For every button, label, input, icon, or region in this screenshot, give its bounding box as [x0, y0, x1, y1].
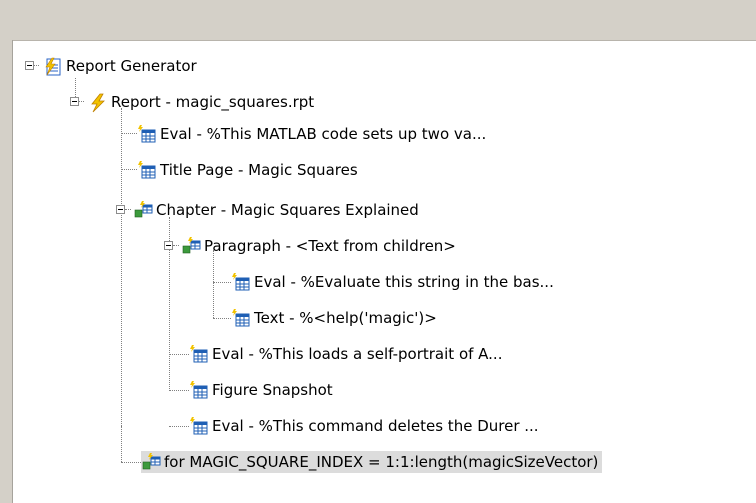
tree-guide-line: [121, 169, 137, 170]
tree-node-label: for MAGIC_SQUARE_INDEX = 1:1:length(magi…: [164, 453, 599, 471]
tree-guide-line: [213, 282, 231, 283]
tree-guide-line: [121, 108, 122, 426]
tree-node-label: Eval - %This loads a self-portrait of A.…: [212, 345, 503, 363]
tree-node-label: Figure Snapshot: [212, 381, 333, 399]
tree-node-text-help[interactable]: Text - %<help('magic')>: [231, 307, 437, 329]
report-outline-tree[interactable]: Report Generator Report - magic_squares.…: [13, 41, 755, 503]
tree-guide-line: [169, 390, 189, 391]
container-component-icon: [133, 201, 153, 219]
tree-node-report[interactable]: Report - magic_squares.rpt: [88, 91, 314, 113]
component-grid-icon: [231, 273, 251, 291]
component-grid-icon: [189, 381, 209, 399]
tree-guide-line: [173, 245, 179, 246]
tree-guide-line: [34, 65, 39, 66]
tree-guide-line: [125, 209, 131, 210]
tree-node-paragraph[interactable]: Paragraph - <Text from children>: [181, 235, 456, 257]
tree-node-label: Report Generator: [66, 57, 197, 75]
tree-node-label: Report - magic_squares.rpt: [111, 93, 315, 111]
tree-node-title-page[interactable]: Title Page - Magic Squares: [137, 159, 358, 181]
tree-guide-line: [79, 101, 84, 102]
tree-node-eval-setup[interactable]: Eval - %This MATLAB code sets up two va.…: [137, 123, 486, 145]
tree-node-label: Text - %<help('magic')>: [254, 309, 437, 327]
component-grid-icon: [189, 345, 209, 363]
collapse-toggle[interactable]: [25, 61, 34, 70]
tree-node-label: Chapter - Magic Squares Explained: [156, 201, 419, 219]
tree-node-eval-delete[interactable]: Eval - %This command deletes the Durer .…: [189, 415, 539, 437]
component-grid-icon: [137, 161, 157, 179]
container-component-icon: [181, 237, 201, 255]
tree-node-figure-snapshot[interactable]: Figure Snapshot: [189, 379, 333, 401]
collapse-toggle[interactable]: [116, 205, 125, 214]
tree-guide-line: [121, 133, 137, 134]
tree-guide-line: [121, 462, 143, 463]
left-panel-edge: [0, 40, 12, 503]
tree-guide-line: [169, 426, 189, 427]
component-grid-icon: [189, 417, 209, 435]
tree-node-eval-portrait[interactable]: Eval - %This loads a self-portrait of A.…: [189, 343, 502, 365]
tree-guide-line: [213, 250, 214, 318]
tree-node-for-loop[interactable]: for MAGIC_SQUARE_INDEX = 1:1:length(magi…: [141, 451, 603, 473]
report-generator-icon: [43, 57, 63, 76]
window-header-bar: [0, 0, 756, 41]
tree-node-label: Title Page - Magic Squares: [160, 161, 358, 179]
tree-guide-line: [121, 426, 122, 462]
component-grid-icon: [137, 125, 157, 143]
tree-node-label: Paragraph - <Text from children>: [204, 237, 456, 255]
tree-node-report-generator[interactable]: Report Generator: [43, 55, 197, 77]
tree-node-label: Eval - %Evaluate this string in the bas.…: [254, 273, 554, 291]
container-component-icon: [141, 453, 161, 471]
tree-node-chapter[interactable]: Chapter - Magic Squares Explained: [133, 199, 419, 221]
tree-node-label: Eval - %This MATLAB code sets up two va.…: [160, 125, 487, 143]
tree-node-label: Eval - %This command deletes the Durer .…: [212, 417, 539, 435]
tree-guide-line: [169, 354, 189, 355]
collapse-toggle[interactable]: [164, 241, 173, 250]
collapse-toggle[interactable]: [70, 97, 79, 106]
component-grid-icon: [231, 309, 251, 327]
tree-guide-line: [213, 318, 231, 319]
lightning-icon: [88, 93, 108, 113]
tree-node-eval-string[interactable]: Eval - %Evaluate this string in the bas.…: [231, 271, 554, 293]
